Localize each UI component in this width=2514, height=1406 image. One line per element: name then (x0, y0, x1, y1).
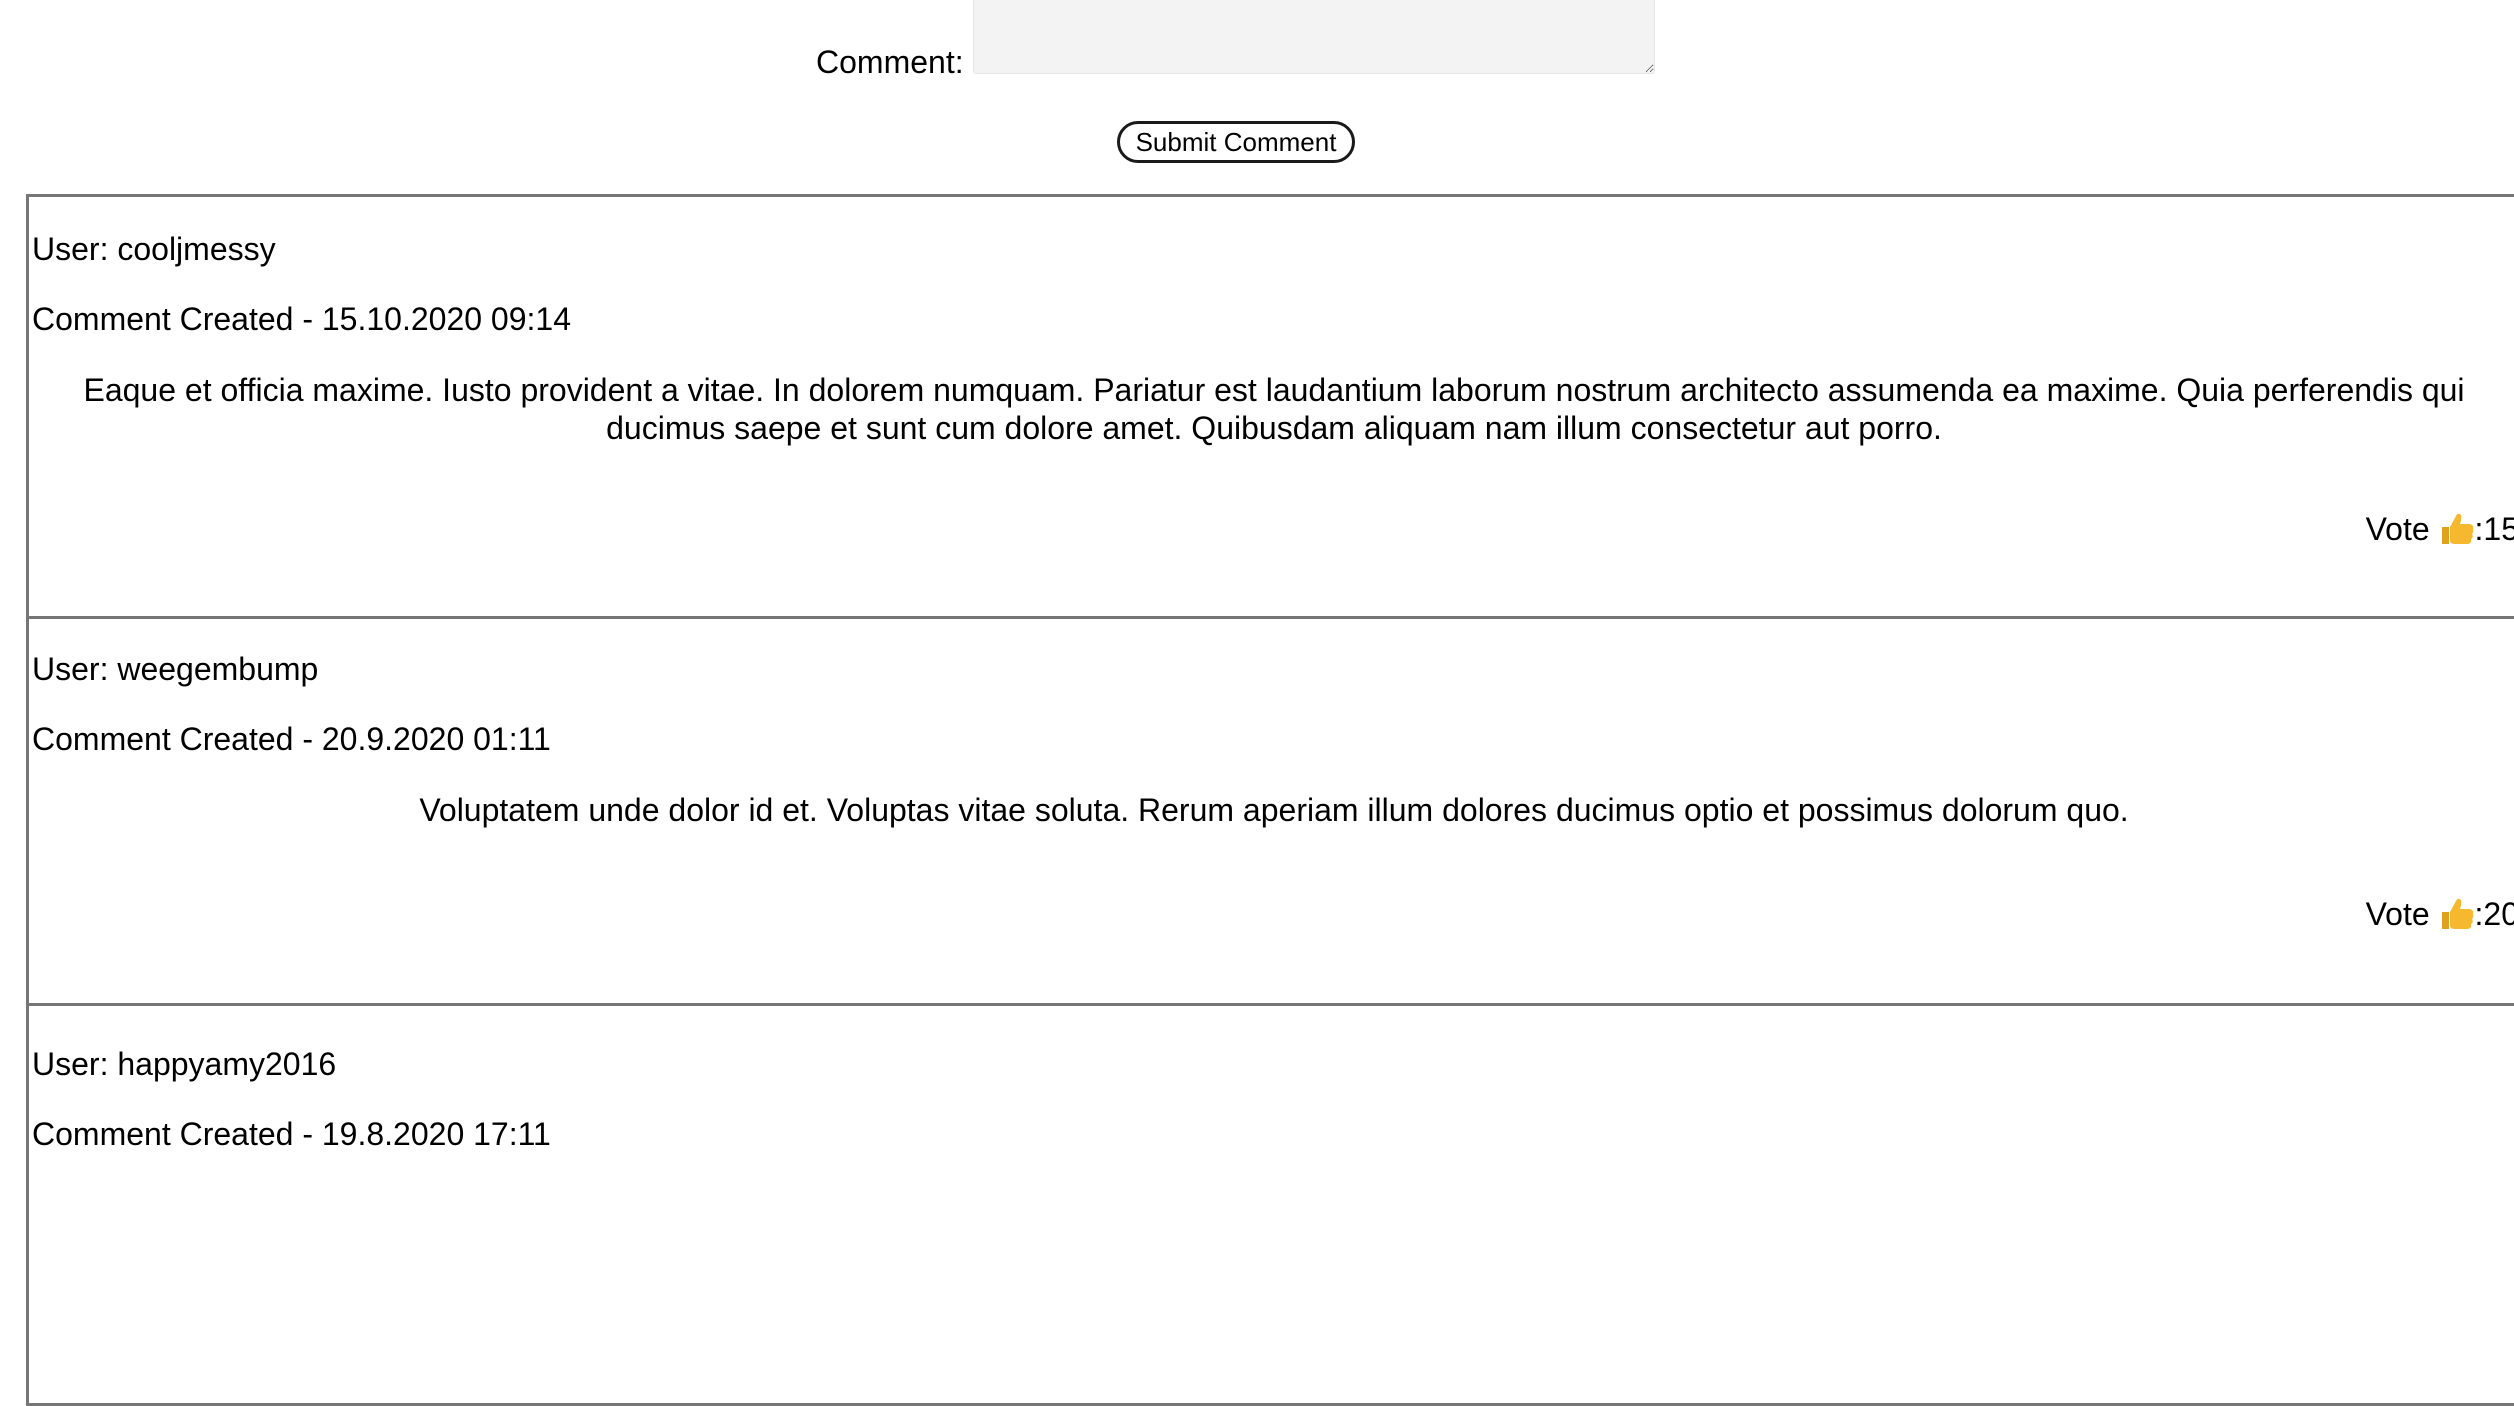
comment-user: User: cooljmessy (32, 231, 276, 267)
comment-card: User: weegembump Comment Created - 20.9.… (26, 619, 2514, 1006)
comment-created-date: Comment Created - 15.10.2020 09:14 (32, 301, 571, 337)
comment-user: User: happyamy2016 (32, 1046, 337, 1082)
vote-label: Vote (2365, 511, 2430, 547)
comment-list: User: cooljmessy Comment Created - 15.10… (26, 194, 2514, 1406)
thumbs-up-icon (2439, 512, 2475, 546)
comment-user: User: weegembump (32, 651, 319, 687)
vote-label: Vote (2365, 896, 2430, 932)
vote-count: :20 (2474, 896, 2514, 932)
comment-text: Eaque et officia maxime. Iusto provident… (83, 372, 2465, 446)
comment-text: Voluptatem unde dolor id et. Voluptas vi… (419, 792, 2129, 828)
vote-button[interactable]: Vote :20 (2366, 896, 2514, 932)
comment-created-date: Comment Created - 19.8.2020 17:11 (32, 1116, 551, 1152)
vote-button[interactable]: Vote :15 (2366, 511, 2514, 547)
comment-label: Comment: (816, 44, 964, 80)
vote-count: :15 (2474, 511, 2514, 547)
thumbs-up-icon (2439, 897, 2475, 931)
comment-textarea[interactable] (973, 0, 1655, 74)
comment-card: User: happyamy2016 Comment Created - 19.… (26, 1006, 2514, 1406)
comment-form: Comment: (0, 0, 2514, 80)
comment-card: User: cooljmessy Comment Created - 15.10… (26, 194, 2514, 619)
submit-comment-button[interactable]: Submit Comment (1117, 121, 1355, 163)
comment-created-date: Comment Created - 20.9.2020 01:11 (32, 721, 551, 757)
